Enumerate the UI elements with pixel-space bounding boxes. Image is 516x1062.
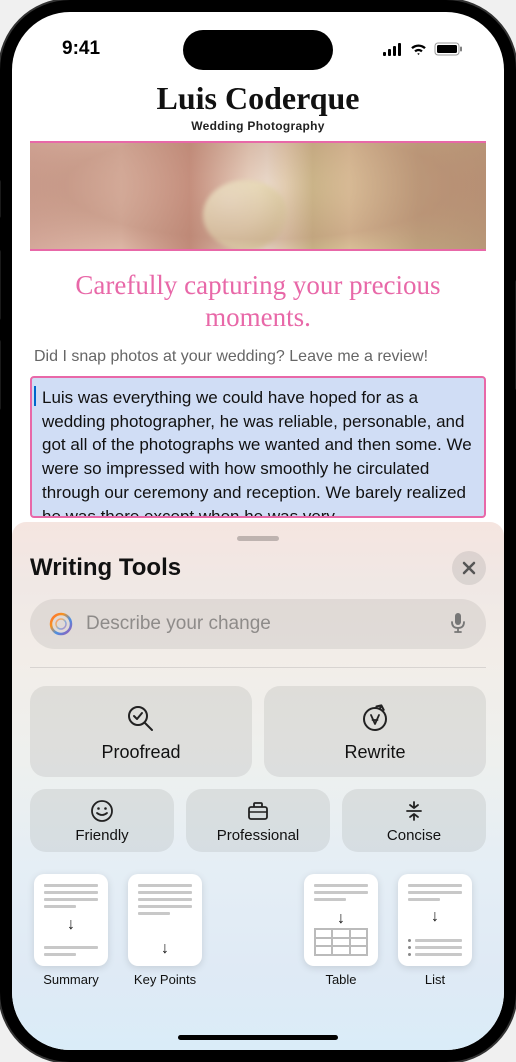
selected-text-area[interactable]: Luis was everything we could have hoped … [30,376,486,518]
status-time: 9:41 [62,38,100,60]
describe-change-input[interactable]: Describe your change [30,599,486,649]
proofread-label: Proofread [101,742,180,763]
list-button[interactable]: ↓ List [398,874,472,987]
key-points-thumb-icon: ↓ [128,874,202,966]
smile-icon [90,799,114,823]
rewrite-icon [360,704,390,734]
home-indicator[interactable] [178,1035,338,1040]
key-points-label: Key Points [134,972,196,987]
professional-label: Professional [217,827,300,844]
brand-subtitle: Wedding Photography [30,119,486,133]
microphone-icon[interactable] [450,612,468,636]
dynamic-island [183,30,333,70]
battery-icon [434,42,464,56]
summary-label: Summary [43,972,99,987]
close-icon [462,561,476,575]
review-prompt: Did I snap photos at your wedding? Leave… [12,348,504,366]
concise-icon [402,799,426,823]
wifi-icon [409,42,428,56]
apple-intelligence-icon [48,611,74,637]
tagline-text: Carefully capturing your precious moment… [36,269,480,334]
table-thumb-icon: ↓ [304,874,378,966]
proofread-button[interactable]: Proofread [30,686,252,777]
panel-title: Writing Tools [30,554,181,582]
friendly-button[interactable]: Friendly [30,789,174,852]
summary-button[interactable]: ↓ Summary [34,874,108,987]
cellular-icon [383,43,403,56]
selected-text: Luis was everything we could have hoped … [42,388,472,518]
friendly-label: Friendly [75,827,128,844]
key-points-button[interactable]: ↓ Key Points [128,874,202,987]
magnifier-check-icon [126,704,156,734]
close-button[interactable] [452,551,486,585]
divider [30,667,486,668]
briefcase-icon [246,799,270,823]
table-label: Table [325,972,356,987]
concise-button[interactable]: Concise [342,789,486,852]
list-label: List [425,972,445,987]
professional-button[interactable]: Professional [186,789,330,852]
input-placeholder: Describe your change [86,613,438,635]
concise-label: Concise [387,827,441,844]
brand-heading: Luis Coderque [30,80,486,117]
sheet-grabber[interactable] [237,536,279,541]
writing-tools-panel: Writing Tools [12,522,504,1050]
table-button[interactable]: ↓ Table [304,874,378,987]
hero-image[interactable] [30,141,486,251]
rewrite-button[interactable]: Rewrite [264,686,486,777]
list-thumb-icon: ↓ [398,874,472,966]
summary-thumb-icon: ↓ [34,874,108,966]
rewrite-label: Rewrite [344,742,405,763]
